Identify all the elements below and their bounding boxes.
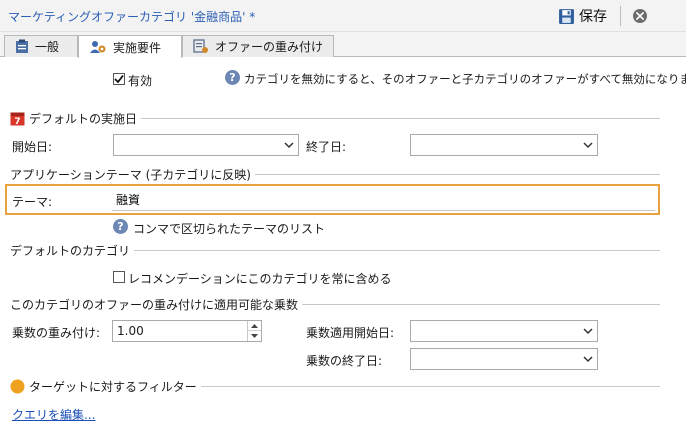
default-dates-title: デフォルトの実施日 (29, 112, 138, 126)
app-theme-section-title: アプリケーションテーマ (子カテゴリに反映) (10, 166, 255, 183)
close-button[interactable] (632, 8, 648, 24)
always-include-checkbox[interactable] (113, 271, 125, 283)
start-date-label: 開始日: (12, 140, 53, 154)
theme-hint-text: コンマで区切られたテーマのリスト (133, 222, 326, 236)
enabled-label: 有効 (128, 74, 153, 88)
tab-general-label: 一般 (35, 40, 60, 54)
end-date-dropdown-button[interactable] (579, 135, 597, 155)
tab-general[interactable]: 一般 (4, 35, 78, 57)
caret-down-icon (251, 334, 258, 338)
edit-query-link[interactable]: クエリを編集... (12, 406, 95, 423)
theme-input[interactable] (112, 189, 655, 211)
tab-offer-weighting[interactable]: オファーの重み付け (182, 35, 334, 57)
multiplier-end-combo[interactable] (410, 348, 598, 370)
multiplier-start-dropdown-button[interactable] (579, 321, 597, 341)
app-theme-title: アプリケーションテーマ (子カテゴリに反映) (10, 168, 251, 182)
target-filter-title: ターゲットに対するフィルター (29, 380, 197, 394)
filter-circle-icon (10, 379, 25, 394)
default-category-section-title: デフォルトのカテゴリ (10, 242, 135, 259)
save-button[interactable]: 保存 (558, 5, 607, 27)
multiplier-end-label: 乗数の終了日: (306, 354, 383, 368)
spin-buttons (247, 321, 261, 341)
multiplier-end-dropdown-button[interactable] (579, 349, 597, 369)
weight-multiplier-section-title: このカテゴリのオファーの重み付けに適用可能な乗数 (10, 296, 303, 313)
tab-eligibility-label: 実施要件 (113, 40, 162, 55)
spin-up-button[interactable] (248, 321, 261, 331)
list-settings-icon (193, 39, 208, 53)
calendar-icon: 7 (10, 112, 25, 126)
tab-bar: 一般 実施要件 オファーの重み付け (0, 32, 686, 58)
close-icon (633, 9, 647, 23)
multiplier-start-combo[interactable] (410, 320, 598, 342)
weight-spinner[interactable]: 1.00 (112, 320, 262, 342)
end-date-label: 終了日: (306, 140, 347, 154)
window-title: マーケティングオファーカテゴリ '金融商品' * (8, 10, 256, 24)
toolbar-separator (620, 6, 621, 26)
chevron-down-icon (583, 327, 593, 334)
clipboard-icon (16, 39, 28, 53)
theme-label: テーマ: (12, 195, 53, 209)
chevron-down-icon (583, 141, 593, 148)
enabled-info-text: カテゴリを無効にすると、そのオファーと子カテゴリのオファーがすべて無効になります… (244, 72, 686, 86)
start-date-combo[interactable] (113, 134, 299, 156)
users-gear-icon (90, 40, 106, 53)
save-icon (559, 8, 574, 24)
title-bar: マーケティングオファーカテゴリ '金融商品' * 保存 (0, 0, 686, 32)
tab-eligibility[interactable]: 実施要件 (78, 35, 182, 58)
spin-down-button[interactable] (248, 331, 261, 341)
always-include-label: レコメンデーションにこのカテゴリを常に含める (128, 272, 392, 286)
chevron-down-icon (583, 355, 593, 362)
weight-value: 1.00 (117, 324, 144, 338)
weight-label: 乗数の重み付け: (12, 326, 101, 340)
caret-up-icon (251, 323, 258, 328)
info-icon: ? (225, 70, 240, 85)
tab-offer-weighting-label: オファーの重み付け (215, 40, 324, 54)
multiplier-start-label: 乗数適用開始日: (306, 326, 395, 340)
chevron-down-icon (284, 141, 294, 148)
default-category-title: デフォルトのカテゴリ (10, 244, 131, 258)
weight-multiplier-title: このカテゴリのオファーの重み付けに適用可能な乗数 (10, 298, 299, 312)
checkmark-icon (114, 74, 124, 84)
default-dates-section-title: 7 デフォルトの実施日 (10, 110, 142, 127)
start-date-dropdown-button[interactable] (280, 135, 298, 155)
target-filter-section-title: ターゲットに対するフィルター (10, 378, 201, 395)
save-label: 保存 (579, 9, 607, 25)
svg-text:7: 7 (14, 117, 20, 126)
hint-info-icon: ? (113, 219, 128, 234)
end-date-combo[interactable] (410, 134, 598, 156)
enabled-checkbox[interactable] (113, 73, 125, 85)
